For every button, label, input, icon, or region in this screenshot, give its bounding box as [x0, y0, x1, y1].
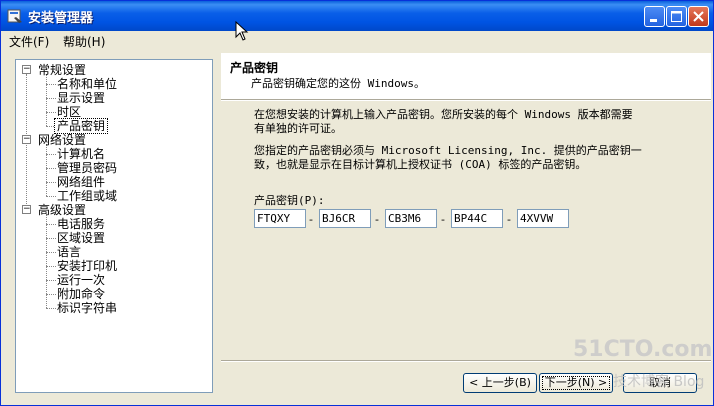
title-bar[interactable]: 安装管理器: [1, 1, 713, 31]
mouse-pointer-icon: [235, 21, 249, 41]
window-title: 安装管理器: [28, 11, 94, 26]
product-key-field-5[interactable]: 4XVVW: [517, 209, 569, 228]
site-watermark: 51CTO.com: [573, 337, 713, 362]
product-key-field-3[interactable]: CB3M6: [385, 209, 437, 228]
tree-group-advanced[interactable]: 高级设置: [36, 203, 88, 217]
menu-bar: 文件(F) 帮助(H): [1, 31, 713, 51]
instructions-paragraph-2: 您指定的产品密钥必须与 Microsoft Licensing, Inc. 提供…: [254, 144, 674, 172]
tree-item-identification-string[interactable]: 标识字符串: [55, 301, 119, 315]
tree-item-network-components[interactable]: 网络组件: [55, 175, 107, 189]
page-title: 产品密钥: [230, 61, 279, 75]
tree-item-display[interactable]: 显示设置: [55, 91, 107, 105]
tree-item-additional-commands[interactable]: 附加命令: [55, 287, 107, 301]
setup-manager-window: 安装管理器 文件(F) 帮助(H) − 常规设置 名称和单位 显示设置 时区 产…: [0, 0, 714, 406]
tree-item-computer-name[interactable]: 计算机名: [55, 147, 107, 161]
tree-connector: [26, 74, 27, 214]
tree-expander-general[interactable]: −: [22, 65, 31, 74]
tree-expander-network[interactable]: −: [22, 135, 31, 144]
tree-item-languages[interactable]: 语言: [55, 245, 83, 259]
settings-tree[interactable]: − 常规设置 名称和单位 显示设置 时区 产品密钥 − 网络设置 计算机名 管理…: [15, 59, 213, 393]
menu-help[interactable]: 帮助(H): [63, 33, 105, 50]
tree-item-telephony[interactable]: 电话服务: [55, 217, 107, 231]
menu-file[interactable]: 文件(F): [9, 33, 49, 50]
page-subtitle: 产品密钥确定您的这份 Windows。: [251, 77, 425, 90]
minimize-icon: [650, 19, 657, 22]
key-separator: -: [441, 213, 445, 226]
tree-item-workgroup-domain[interactable]: 工作组或域: [55, 189, 119, 203]
key-separator: -: [507, 213, 511, 226]
setup-manager-icon: [7, 9, 22, 23]
key-separator: -: [309, 213, 313, 226]
next-button[interactable]: 下一步(N) >: [539, 373, 613, 393]
maximize-button[interactable]: [666, 6, 687, 27]
tree-item-run-once[interactable]: 运行一次: [55, 273, 107, 287]
instructions-line: 有单独的许可证。: [254, 122, 342, 135]
tree-item-regional[interactable]: 区域设置: [55, 231, 107, 245]
tree-item-name-org[interactable]: 名称和单位: [55, 77, 119, 91]
instructions-line: 致，也就是显示在目标计算机上授权证书 (COA) 标签的产品密钥。: [254, 158, 587, 171]
minimize-button[interactable]: [644, 6, 665, 27]
back-button[interactable]: < 上一步(B): [463, 373, 537, 393]
tree-connector: [46, 144, 47, 196]
tree-item-install-printers[interactable]: 安装打印机: [55, 259, 119, 273]
tree-group-general[interactable]: 常规设置: [36, 63, 88, 77]
tree-expander-advanced[interactable]: −: [22, 205, 31, 214]
instructions-paragraph-1: 在您想安装的计算机上输入产品密钥。您所安装的每个 Windows 版本都需要 有…: [254, 108, 674, 136]
product-key-field-4[interactable]: BP44C: [451, 209, 503, 228]
page-header: 产品密钥 产品密钥确定您的这份 Windows。: [221, 53, 711, 99]
tree-item-timezone[interactable]: 时区: [55, 105, 83, 119]
close-button[interactable]: [688, 6, 709, 27]
site-watermark-sub: 技术博客 Blog: [613, 374, 705, 390]
header-divider: [221, 99, 711, 101]
tree-connector: [46, 74, 47, 126]
product-key-field-2[interactable]: BJ6CR: [319, 209, 371, 228]
close-icon: [693, 11, 704, 22]
tree-group-network[interactable]: 网络设置: [36, 133, 88, 147]
key-separator: -: [375, 213, 379, 226]
instructions-line: 您指定的产品密钥必须与 Microsoft Licensing, Inc. 提供…: [254, 144, 642, 157]
product-key-field-1[interactable]: FTQXY: [254, 209, 306, 228]
product-key-label: 产品密钥(P):: [254, 194, 325, 207]
tree-item-product-key[interactable]: 产品密钥: [53, 118, 109, 134]
instructions-line: 在您想安装的计算机上输入产品密钥。您所安装的每个 Windows 版本都需要: [254, 108, 633, 121]
tree-item-admin-password[interactable]: 管理员密码: [55, 161, 119, 175]
maximize-icon: [671, 11, 682, 22]
